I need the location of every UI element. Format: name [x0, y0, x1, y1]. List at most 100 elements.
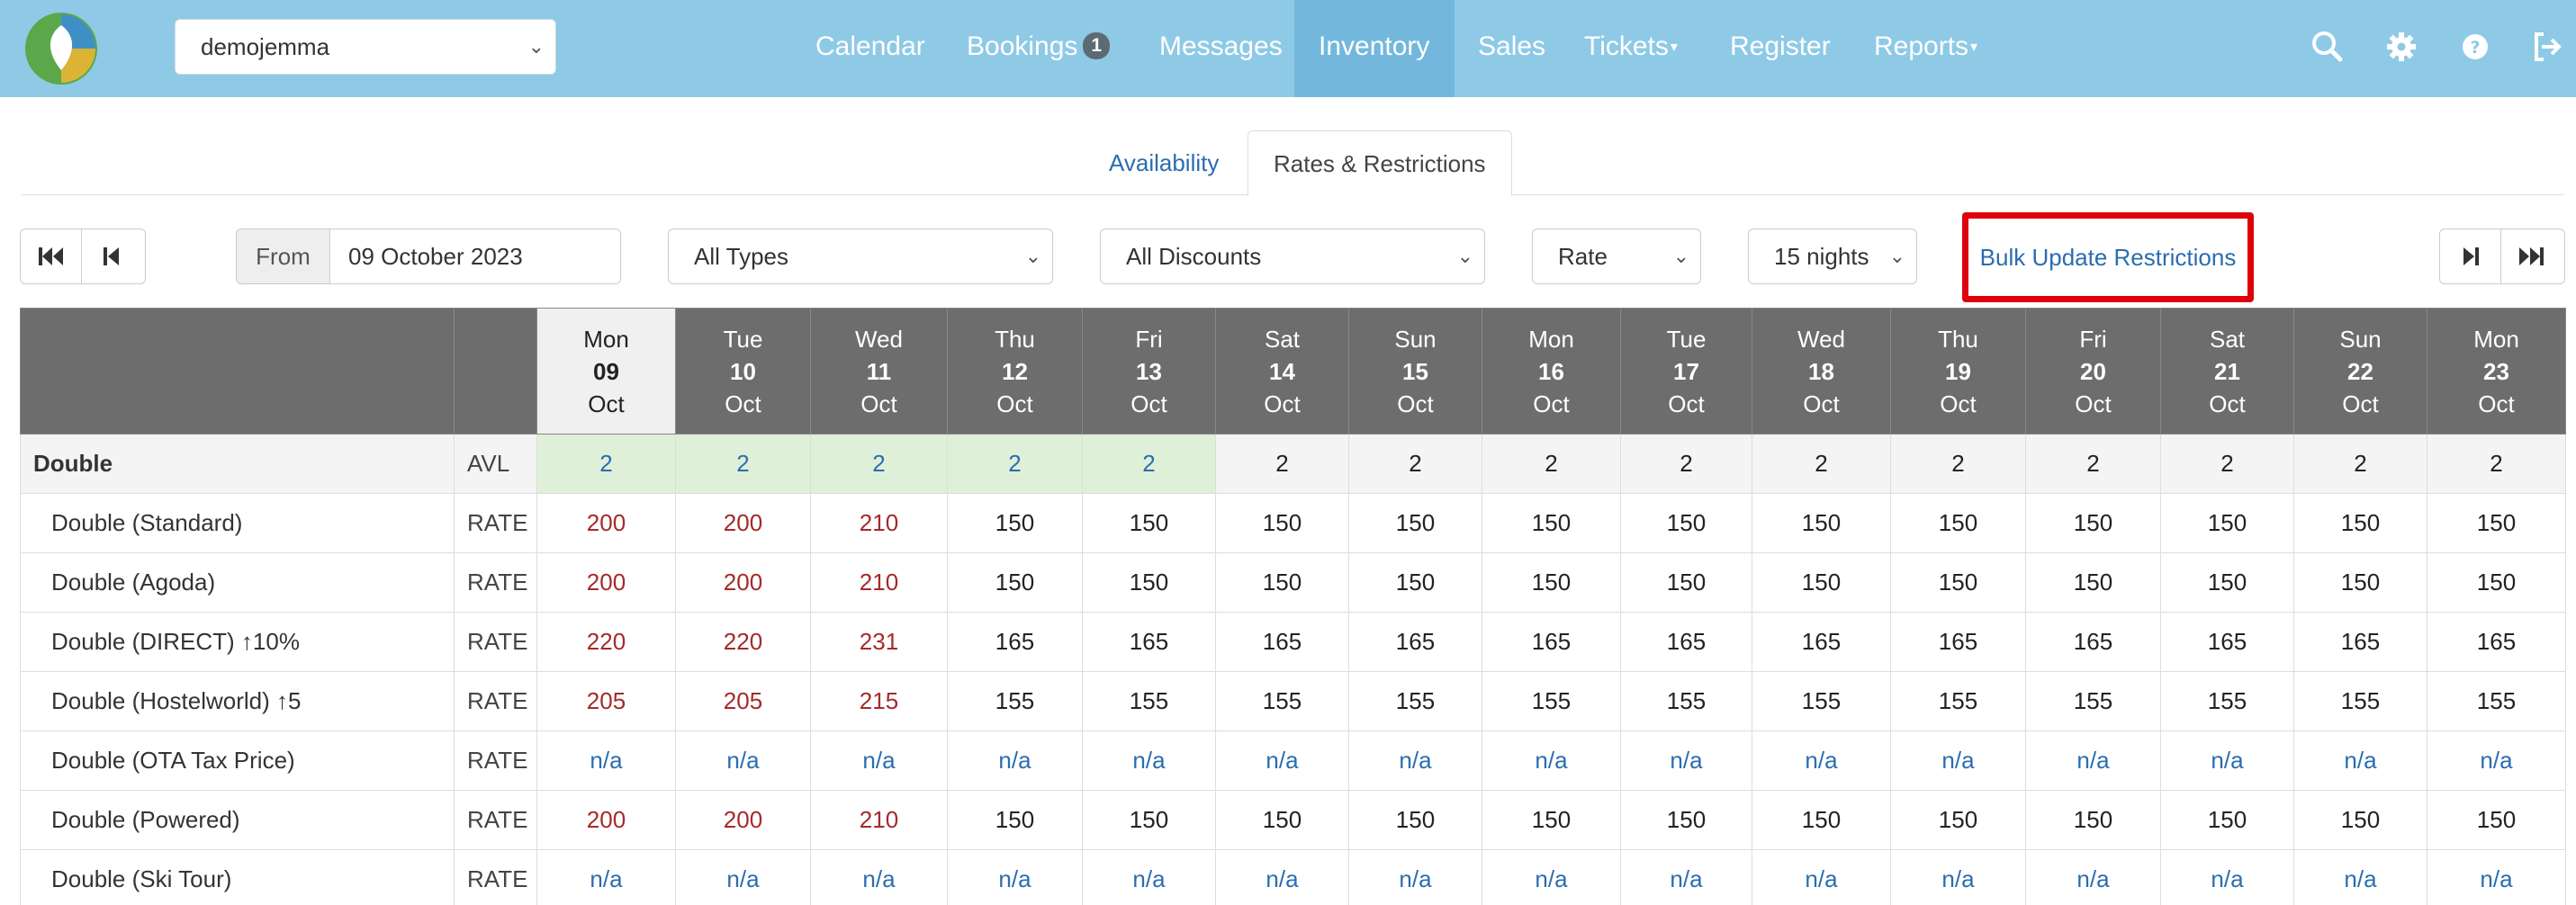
date-header[interactable]: Sun 15 Oct	[1348, 308, 1482, 435]
availability-cell[interactable]: 2	[2025, 434, 2161, 494]
rate-cell[interactable]: 165	[1215, 612, 1349, 672]
rate-cell[interactable]: n/a	[2293, 849, 2427, 905]
date-header[interactable]: Wed 11 Oct	[810, 308, 948, 435]
rate-cell[interactable]: 150	[1348, 790, 1482, 850]
availability-cell[interactable]: 2	[675, 434, 811, 494]
bulk-update-restrictions-link[interactable]: Bulk Update Restrictions	[1962, 212, 2254, 302]
rate-cell[interactable]: 150	[1082, 493, 1216, 553]
rate-cell[interactable]: n/a	[2025, 849, 2161, 905]
rate-cell[interactable]: n/a	[1482, 849, 1621, 905]
tab-rates-restrictions[interactable]: Rates & Restrictions	[1247, 130, 1512, 196]
rate-cell[interactable]: 150	[947, 493, 1083, 553]
nav-sales[interactable]: Sales	[1478, 0, 1545, 97]
rate-cell[interactable]: 150	[1482, 552, 1621, 613]
rate-cell[interactable]: n/a	[2160, 849, 2294, 905]
availability-cell[interactable]: 2	[1890, 434, 2026, 494]
rate-cell[interactable]: 155	[2025, 671, 2161, 731]
nav-reports[interactable]: Reports ▾	[1874, 0, 1977, 97]
rate-cell[interactable]: n/a	[1752, 849, 1891, 905]
rate-cell[interactable]: 155	[1215, 671, 1349, 731]
availability-cell[interactable]: 2	[2427, 434, 2566, 494]
rate-cell[interactable]: 155	[947, 671, 1083, 731]
last-page-button[interactable]	[2500, 229, 2561, 283]
rate-cell[interactable]: n/a	[1348, 730, 1482, 791]
date-header[interactable]: Sun 22 Oct	[2293, 308, 2427, 435]
rate-cell[interactable]: 150	[1620, 790, 1752, 850]
rate-cell[interactable]: 150	[2025, 552, 2161, 613]
rate-cell[interactable]: 165	[2293, 612, 2427, 672]
rate-cell[interactable]: 150	[2293, 790, 2427, 850]
rate-cell[interactable]: 165	[947, 612, 1083, 672]
rate-cell[interactable]: n/a	[1482, 730, 1621, 791]
rate-cell[interactable]: 165	[2427, 612, 2566, 672]
rate-cell[interactable]: 150	[2293, 493, 2427, 553]
rate-cell[interactable]: 150	[1082, 552, 1216, 613]
rate-cell[interactable]: n/a	[1348, 849, 1482, 905]
rate-cell[interactable]: 220	[675, 612, 811, 672]
rate-cell[interactable]: 220	[536, 612, 676, 672]
rate-cell[interactable]: 155	[1752, 671, 1891, 731]
rate-cell[interactable]: 150	[1348, 552, 1482, 613]
rate-cell[interactable]: 200	[675, 552, 811, 613]
rate-cell[interactable]: n/a	[1215, 730, 1349, 791]
rate-cell[interactable]: n/a	[1082, 730, 1216, 791]
rate-cell[interactable]: 150	[1215, 493, 1349, 553]
rate-cell[interactable]: 150	[1482, 493, 1621, 553]
availability-cell[interactable]: 2	[1348, 434, 1482, 494]
nav-bookings[interactable]: Bookings 1	[967, 0, 1111, 97]
rate-cell[interactable]: 200	[536, 552, 676, 613]
gear-icon[interactable]	[2382, 27, 2421, 67]
date-header[interactable]: Sat 14 Oct	[1215, 308, 1349, 435]
availability-cell[interactable]: 2	[1215, 434, 1349, 494]
rate-cell[interactable]: 165	[1620, 612, 1752, 672]
rate-cell[interactable]: 231	[810, 612, 948, 672]
rate-cell[interactable]: 150	[947, 790, 1083, 850]
rate-cell[interactable]: n/a	[947, 730, 1083, 791]
rate-cell[interactable]: 150	[2160, 493, 2294, 553]
date-header[interactable]: Mon 23 Oct	[2427, 308, 2566, 435]
logout-icon[interactable]	[2527, 27, 2567, 67]
rate-cell[interactable]: n/a	[536, 849, 676, 905]
rate-cell[interactable]: 200	[675, 493, 811, 553]
nav-calendar[interactable]: Calendar	[815, 0, 925, 97]
nav-tickets[interactable]: Tickets ▾	[1584, 0, 1678, 97]
rate-cell[interactable]: 150	[1620, 552, 1752, 613]
rate-cell[interactable]: 150	[2293, 552, 2427, 613]
rate-cell[interactable]: 165	[1482, 612, 1621, 672]
rate-cell[interactable]: n/a	[2427, 730, 2566, 791]
search-icon[interactable]	[2308, 27, 2347, 67]
tab-availability[interactable]: Availability	[1084, 130, 1244, 195]
rate-cell[interactable]: n/a	[810, 849, 948, 905]
date-header[interactable]: Mon 16 Oct	[1482, 308, 1621, 435]
availability-cell[interactable]: 2	[947, 434, 1083, 494]
nav-messages[interactable]: Messages	[1159, 0, 1283, 97]
from-date-input[interactable]: 09 October 2023	[330, 229, 620, 283]
rate-cell[interactable]: 150	[2427, 493, 2566, 553]
date-header[interactable]: Sat 21 Oct	[2160, 308, 2294, 435]
first-page-button[interactable]	[21, 229, 81, 283]
rate-cell[interactable]: n/a	[1890, 730, 2026, 791]
discount-select[interactable]: All Discounts ⌄	[1100, 228, 1485, 284]
rate-cell[interactable]: 150	[1752, 552, 1891, 613]
rate-cell[interactable]: n/a	[1890, 849, 2026, 905]
view-mode-select[interactable]: Rate ⌄	[1532, 228, 1701, 284]
rate-cell[interactable]: 165	[1348, 612, 1482, 672]
rate-cell[interactable]: 150	[1890, 552, 2026, 613]
nav-register[interactable]: Register	[1730, 0, 1831, 97]
rate-cell[interactable]: 210	[810, 552, 948, 613]
rate-cell[interactable]: 150	[2160, 552, 2294, 613]
rate-cell[interactable]: n/a	[1752, 730, 1891, 791]
rate-cell[interactable]: 205	[675, 671, 811, 731]
room-type-select[interactable]: All Types ⌄	[668, 228, 1053, 284]
rate-cell[interactable]: 150	[2025, 493, 2161, 553]
rate-cell[interactable]: 150	[1890, 493, 2026, 553]
nights-select[interactable]: 15 nights ⌄	[1748, 228, 1917, 284]
availability-cell[interactable]: 2	[1620, 434, 1752, 494]
date-header[interactable]: Fri 13 Oct	[1082, 308, 1216, 435]
rate-cell[interactable]: 150	[2427, 790, 2566, 850]
availability-cell[interactable]: 2	[810, 434, 948, 494]
rate-cell[interactable]: 150	[1215, 790, 1349, 850]
rate-cell[interactable]: 155	[1348, 671, 1482, 731]
rate-cell[interactable]: n/a	[536, 730, 676, 791]
rate-cell[interactable]: n/a	[947, 849, 1083, 905]
